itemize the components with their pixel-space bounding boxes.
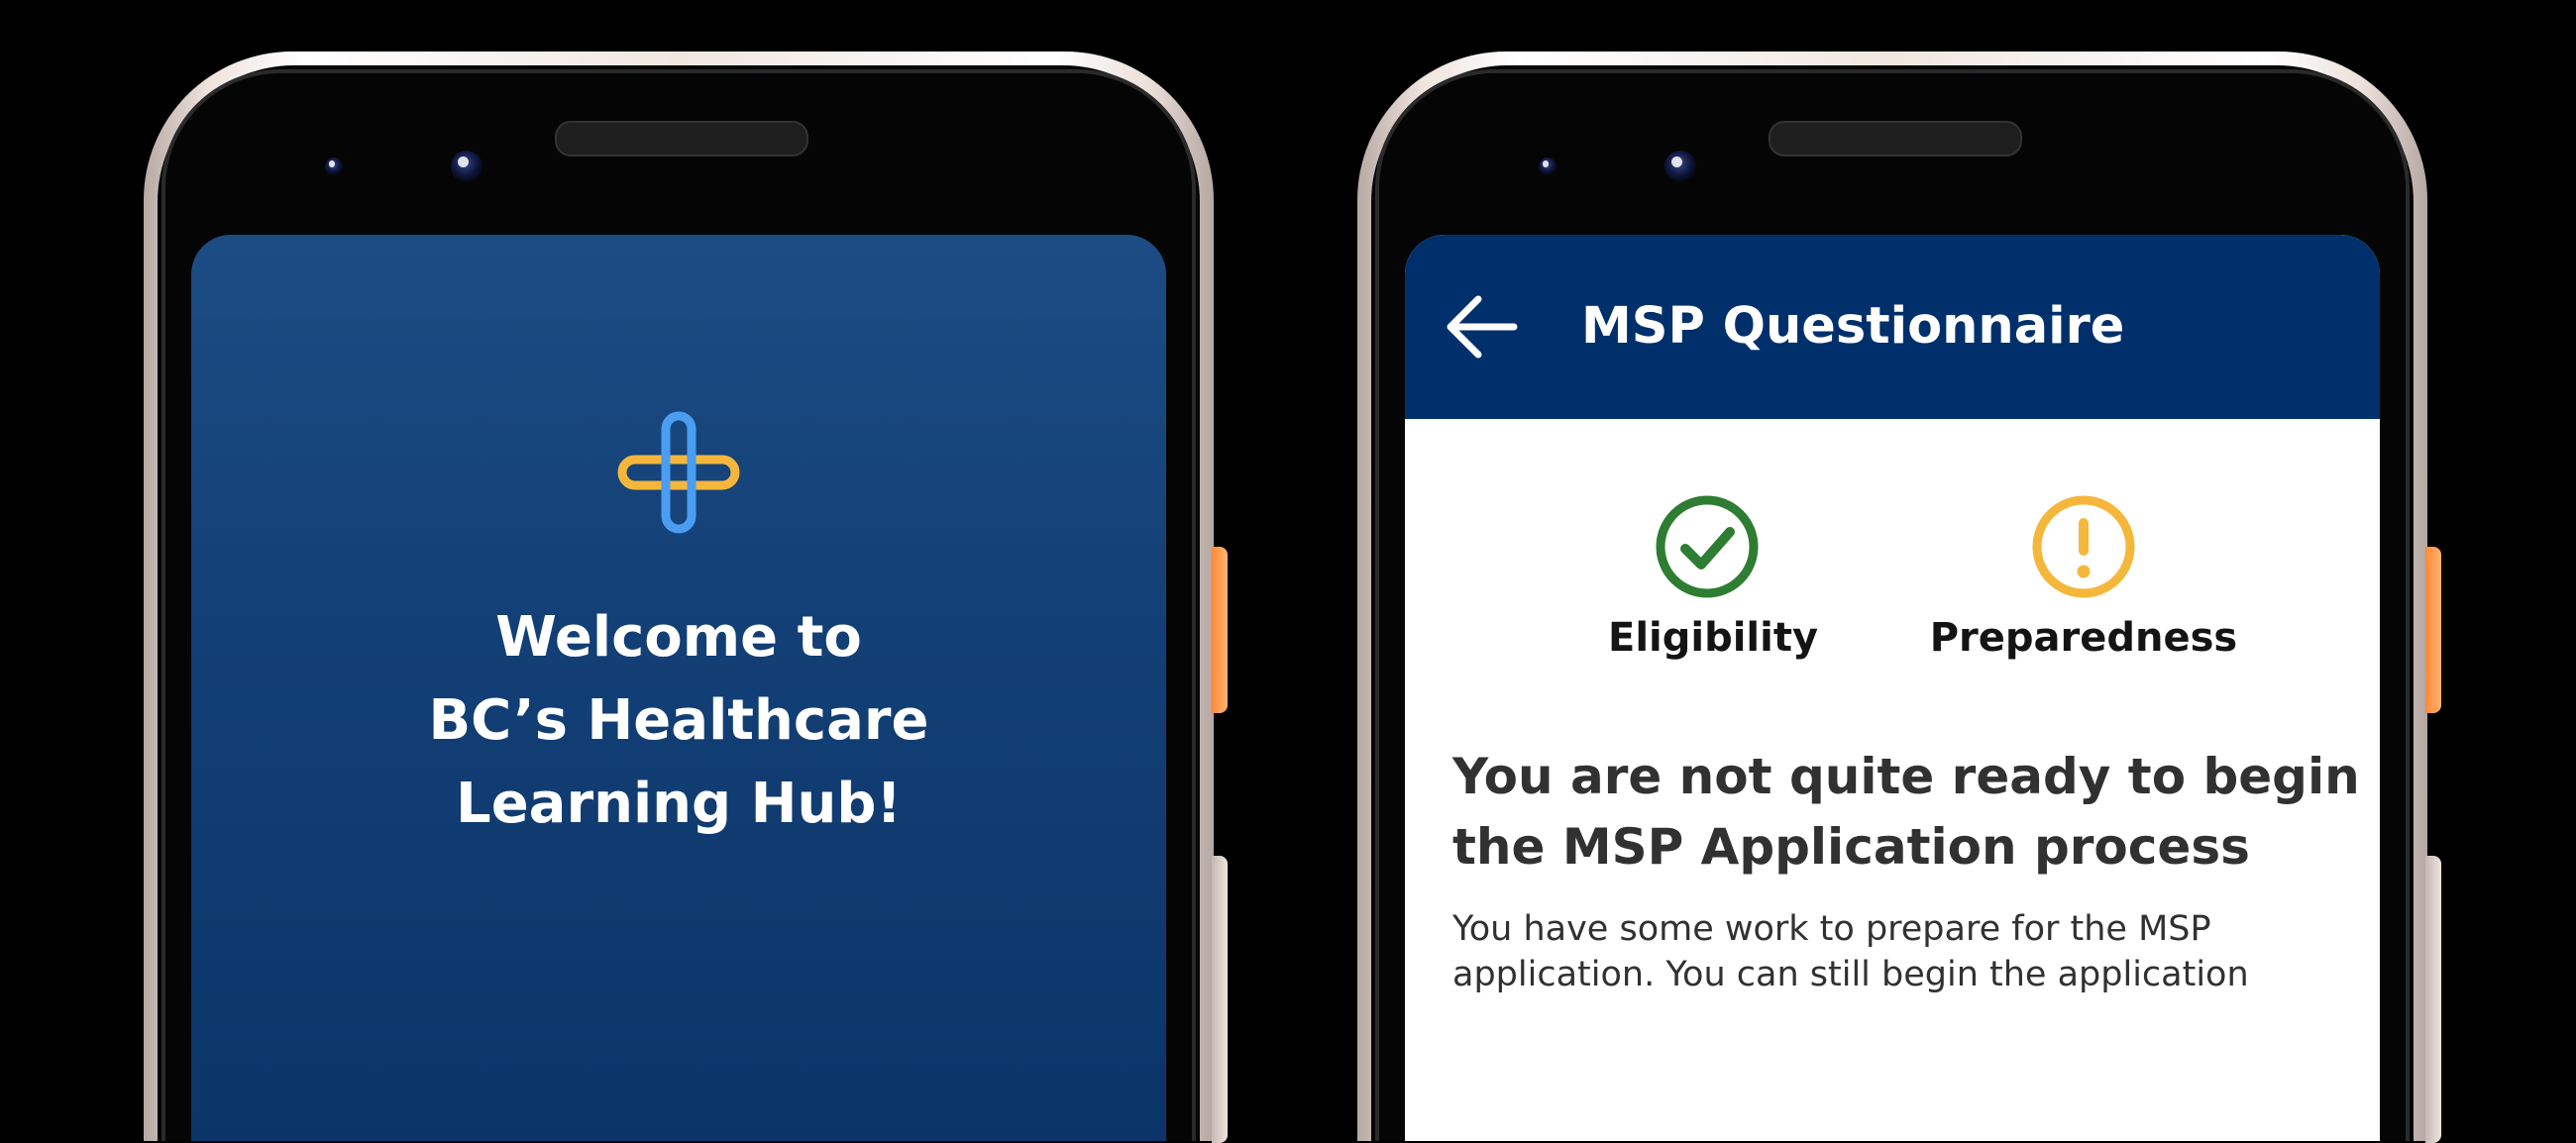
welcome-title-line: Welcome to [495,605,862,670]
earpiece-speaker [1769,121,2022,156]
arrow-left-icon [1447,295,1518,359]
welcome-title-line: Learning Hub! [456,772,902,836]
phone-left: Welcome to BC’s Healthcare Learning Hub! [144,52,1228,1143]
readiness-description: You have some work to prepare for the MS… [1452,906,2364,997]
earpiece-speaker [555,121,808,156]
app-bar-title: MSP Questionnaire [1581,297,2125,356]
volume-button [1212,856,1228,1143]
front-camera-icon [1664,151,1696,182]
sensor-dot [1539,157,1556,175]
volume-button [2425,856,2441,1143]
welcome-title-line: BC’s Healthcare [428,688,929,753]
front-camera-icon [451,151,483,182]
headline-line: the MSP Application process [1452,818,2250,876]
power-button [2425,547,2441,713]
eligibility-status: Eligibility [1608,494,1819,661]
preparedness-status: Preparedness [1920,494,2247,661]
sensor-dot [325,157,343,175]
check-circle-icon [1656,495,1759,598]
welcome-title: Welcome to BC’s Healthcare Learning Hub! [191,596,1166,846]
exclamation-circle-icon [2032,495,2135,598]
power-button [1212,547,1228,713]
eligibility-label: Eligibility [1608,615,1819,661]
back-button[interactable] [1443,294,1518,360]
welcome-screen: Welcome to BC’s Healthcare Learning Hub! [191,235,1166,1141]
readiness-headline: You are not quite ready to begin the MSP… [1452,742,2364,883]
questionnaire-screen: MSP Questionnaire Eligibility Preparedne… [1405,235,2380,1141]
healthcare-cross-logo-icon [617,411,740,534]
phone-right: MSP Questionnaire Eligibility Preparedne… [1357,52,2441,1143]
body-line: application. You can still begin the app… [1452,955,2249,994]
preparedness-label: Preparedness [1929,615,2238,661]
body-line: You have some work to prepare for the MS… [1452,909,2211,949]
app-bar: MSP Questionnaire [1405,235,2380,419]
headline-line: You are not quite ready to begin [1452,748,2360,805]
